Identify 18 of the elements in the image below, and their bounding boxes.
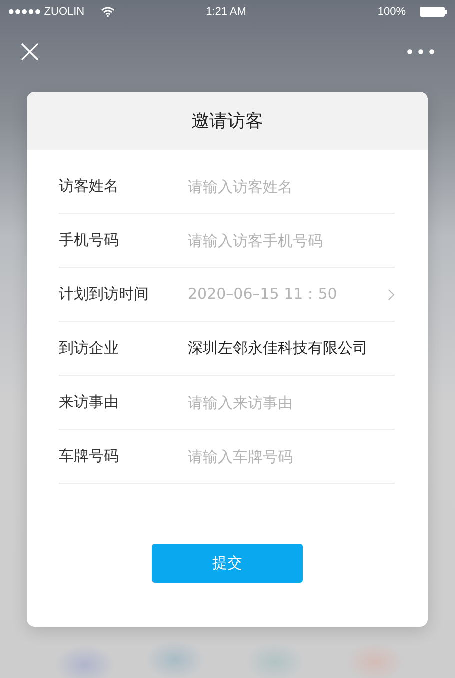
dialog-title: 邀请访客	[192, 110, 264, 133]
more-button[interactable]	[407, 48, 435, 54]
close-button[interactable]	[20, 42, 40, 62]
battery-text: 100%	[378, 6, 406, 18]
field-label: 手机号码	[59, 231, 120, 250]
field-label: 车牌号码	[59, 447, 120, 466]
clock-text: 1:21 AM	[206, 6, 246, 18]
date-picker[interactable]: 2020–06–15 11：50	[188, 285, 395, 304]
field-label: 计划到访时间	[59, 285, 150, 304]
battery-icon	[420, 6, 447, 16]
submit-button[interactable]: 提交	[152, 544, 303, 583]
carrier-text: ●●●●● ZUOLIN	[8, 6, 85, 18]
field-label: 来访事由	[59, 393, 120, 412]
field-label: 到访企业	[59, 339, 120, 358]
field-value: 深圳左邻永佳科技有限公司	[188, 339, 368, 358]
wifi-icon	[100, 6, 115, 16]
chevron-right-icon	[388, 288, 395, 300]
field-label: 访客姓名	[59, 177, 120, 196]
